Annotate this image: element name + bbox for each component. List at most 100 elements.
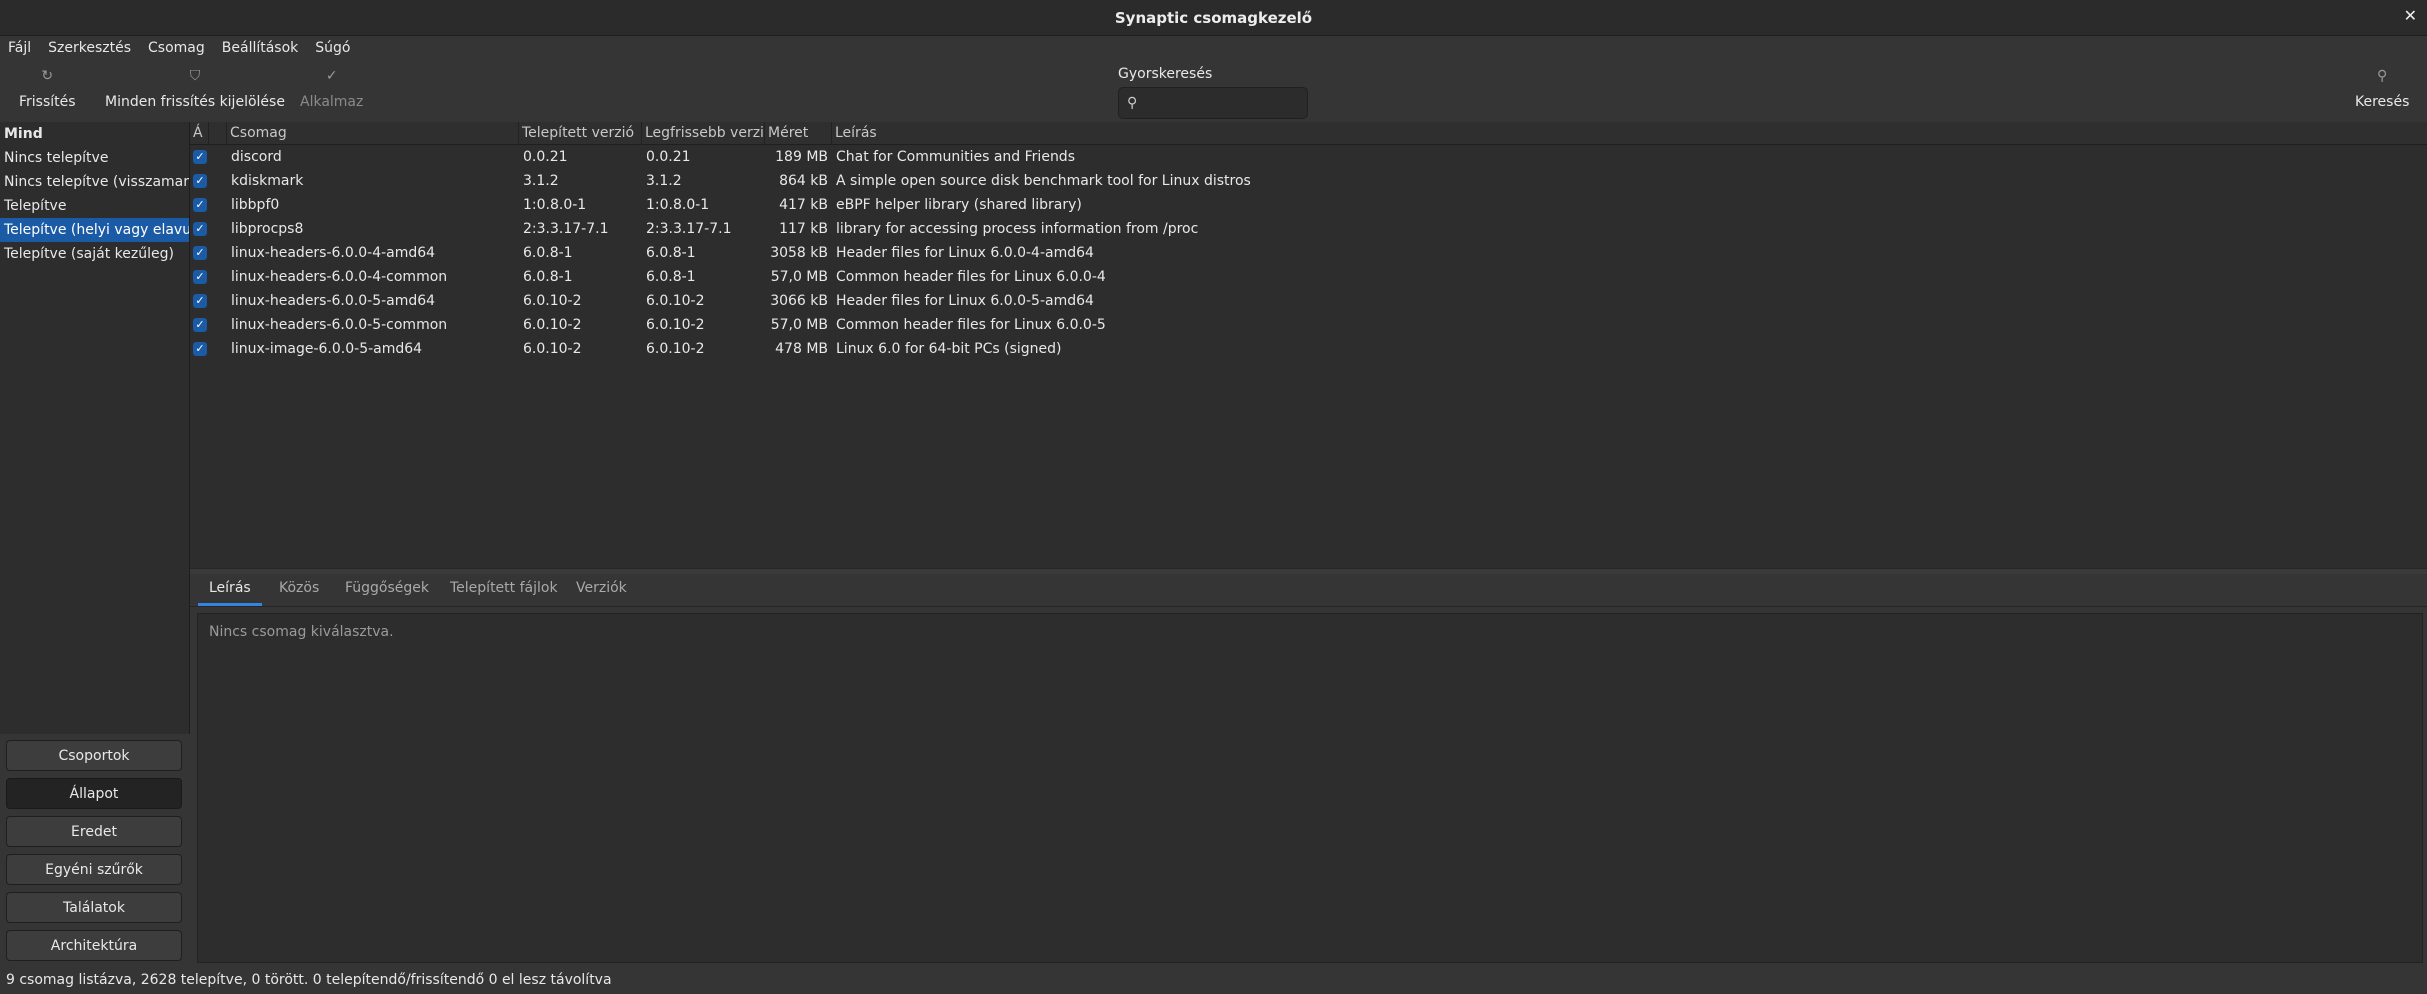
status-bar: 9 csomag listázva, 2628 telepítve, 0 tör…: [0, 969, 2427, 994]
installed-checkbox[interactable]: ✓: [193, 270, 207, 284]
cell-installed-version: 6.0.10-2: [523, 293, 582, 309]
cell-description: Common header files for Linux 6.0.0-5: [836, 317, 1106, 333]
tab-common[interactable]: Közös: [268, 574, 330, 606]
quick-search-field[interactable]: ⚲: [1118, 87, 1308, 119]
title-bar: Synaptic csomagkezelő ✕: [0, 0, 2427, 36]
quick-search-input[interactable]: [1143, 94, 1298, 112]
search-icon: ⚲: [1127, 95, 1138, 111]
cell-installed-version: 6.0.8-1: [523, 245, 573, 261]
refresh-icon: ↻: [41, 68, 54, 84]
column-package[interactable]: Csomag: [227, 122, 519, 144]
cell-package: discord: [231, 149, 282, 165]
column-support[interactable]: [209, 122, 227, 144]
search-results-button[interactable]: Találatok: [6, 892, 182, 923]
tab-installed-files[interactable]: Telepített fájlok: [439, 574, 569, 606]
cell-size: 3066 kB: [770, 293, 828, 309]
cell-latest-version: 6.0.10-2: [646, 317, 705, 333]
column-description[interactable]: Leírás: [832, 122, 2427, 144]
menu-file[interactable]: Fájl: [0, 40, 40, 56]
tab-description[interactable]: Leírás: [198, 574, 262, 606]
filter-list: Mind Nincs telepítve Nincs telepítve (vi…: [0, 122, 190, 734]
tab-versions[interactable]: Verziók: [565, 574, 638, 606]
cell-latest-version: 6.0.8-1: [646, 269, 696, 285]
menu-edit[interactable]: Szerkesztés: [40, 40, 140, 56]
close-icon[interactable]: ✕: [2404, 6, 2417, 25]
menu-help[interactable]: Súgó: [307, 40, 359, 56]
status-button[interactable]: Állapot: [6, 778, 182, 809]
menu-settings[interactable]: Beállítások: [214, 40, 308, 56]
filter-item-installed-manual[interactable]: Telepítve (saját kezűleg): [0, 242, 189, 266]
cell-installed-version: 6.0.10-2: [523, 341, 582, 357]
installed-checkbox[interactable]: ✓: [193, 294, 207, 308]
table-row[interactable]: ✓ linux-headers-6.0.0-5-amd64 6.0.10-2 6.0.…: [190, 289, 2427, 313]
column-installed-version[interactable]: Telepített verzió: [519, 122, 642, 144]
table-row[interactable]: ✓ linux-headers-6.0.0-4-amd64 6.0.8-1 6.0.8…: [190, 241, 2427, 265]
custom-filters-button[interactable]: Egyéni szűrők: [6, 854, 182, 885]
installed-checkbox[interactable]: ✓: [193, 318, 207, 332]
architecture-button[interactable]: Architektúra: [6, 930, 182, 961]
shield-icon: ⛉: [189, 68, 201, 84]
apply-label: Alkalmaz: [300, 94, 364, 110]
cell-size: 57,0 MB: [770, 269, 828, 285]
cell-installed-version: 6.0.10-2: [523, 317, 582, 333]
mark-all-upgrades-label: Minden frissítés kijelölése: [105, 94, 285, 110]
cell-package: linux-image-6.0.0-5-amd64: [231, 341, 423, 357]
cell-installed-version: 6.0.8-1: [523, 269, 573, 285]
cell-latest-version: 3.1.2: [646, 173, 682, 189]
installed-checkbox[interactable]: ✓: [193, 174, 207, 188]
table-row[interactable]: ✓ discord 0.0.21 0.0.21 189 MB Chat for Commu…: [190, 145, 2427, 169]
no-package-selected-text: Nincs csomag kiválasztva.: [209, 624, 394, 640]
column-size[interactable]: Méret: [765, 122, 832, 144]
column-latest-version[interactable]: Legfrissebb verzió: [642, 122, 765, 144]
cell-latest-version: 6.0.10-2: [646, 293, 705, 309]
cell-size: 189 MB: [775, 149, 828, 165]
cell-latest-version: 0.0.21: [646, 149, 691, 165]
installed-checkbox[interactable]: ✓: [193, 198, 207, 212]
apply-button[interactable]: ✓ Alkalmaz: [300, 68, 363, 110]
menu-package[interactable]: Csomag: [140, 40, 214, 56]
cell-installed-version: 0.0.21: [523, 149, 568, 165]
quick-search-label: Gyorskeresés: [1118, 66, 1213, 82]
mark-all-upgrades-button[interactable]: ⛉ Minden frissítés kijelölése: [105, 68, 285, 110]
cell-description: Header files for Linux 6.0.0-5-amd64: [836, 293, 1094, 309]
filter-item-all[interactable]: Mind: [0, 122, 189, 146]
table-row[interactable]: ✓ kdiskmark 3.1.2 3.1.2 864 kB A simple open …: [190, 169, 2427, 193]
cell-description: Common header files for Linux 6.0.0-4: [836, 269, 1106, 285]
origin-button[interactable]: Eredet: [6, 816, 182, 847]
table-row[interactable]: ✓ libprocps8 2:3.3.17-7.1 2:3.3.17-7.1 117 k…: [190, 217, 2427, 241]
package-list: Á Csomag Telepített verzió Legfrissebb v…: [190, 122, 2427, 568]
column-status[interactable]: Á: [190, 122, 209, 144]
filter-type-buttons: Csoportok Állapot Eredet Egyéni szűrők T…: [0, 735, 189, 965]
cell-size: 417 kB: [779, 197, 828, 213]
cell-installed-version: 1:0.8.0-1: [523, 197, 587, 213]
table-header: Á Csomag Telepített verzió Legfrissebb v…: [190, 122, 2427, 145]
cell-description: library for accessing process informatio…: [836, 221, 1199, 237]
tab-dependencies[interactable]: Függőségek: [334, 574, 440, 606]
cell-size: 478 MB: [775, 341, 828, 357]
refresh-button[interactable]: ↻ Frissítés: [19, 68, 76, 110]
filter-item-installed-local[interactable]: Telepítve (helyi vagy elavult): [0, 218, 189, 242]
cell-package: linux-headers-6.0.0-4-common: [231, 269, 448, 285]
details-panel: Nincs csomag kiválasztva.: [197, 613, 2423, 963]
cell-size: 3058 kB: [770, 245, 828, 261]
installed-checkbox[interactable]: ✓: [193, 150, 207, 164]
cell-package: linux-headers-6.0.0-5-common: [231, 317, 448, 333]
table-row[interactable]: ✓ linux-image-6.0.0-5-amd64 6.0.10-2 6.0.10…: [190, 337, 2427, 361]
filter-item-not-installed[interactable]: Nincs telepítve: [0, 146, 189, 170]
cell-package: linux-headers-6.0.0-4-amd64: [231, 245, 436, 261]
table-row[interactable]: ✓ linux-headers-6.0.0-5-common 6.0.10-2 6.0…: [190, 313, 2427, 337]
search-button[interactable]: ⚲ Keresés: [2355, 68, 2409, 110]
cell-description: A simple open source disk benchmark tool…: [836, 173, 1251, 189]
table-row[interactable]: ✓ linux-headers-6.0.0-4-common 6.0.8-1 6.0.…: [190, 265, 2427, 289]
groups-button[interactable]: Csoportok: [6, 740, 182, 771]
filter-item-installed[interactable]: Telepítve: [0, 194, 189, 218]
installed-checkbox[interactable]: ✓: [193, 342, 207, 356]
cell-size: 864 kB: [779, 173, 828, 189]
cell-installed-version: 3.1.2: [523, 173, 559, 189]
installed-checkbox[interactable]: ✓: [193, 222, 207, 236]
installed-checkbox[interactable]: ✓: [193, 246, 207, 260]
cell-latest-version: 2:3.3.17-7.1: [646, 221, 732, 237]
table-row[interactable]: ✓ libbpf0 1:0.8.0-1 1:0.8.0-1 417 kB eBPF hel…: [190, 193, 2427, 217]
cell-latest-version: 1:0.8.0-1: [646, 197, 710, 213]
filter-item-not-installed-residual[interactable]: Nincs telepítve (visszamaradt: [0, 170, 189, 194]
